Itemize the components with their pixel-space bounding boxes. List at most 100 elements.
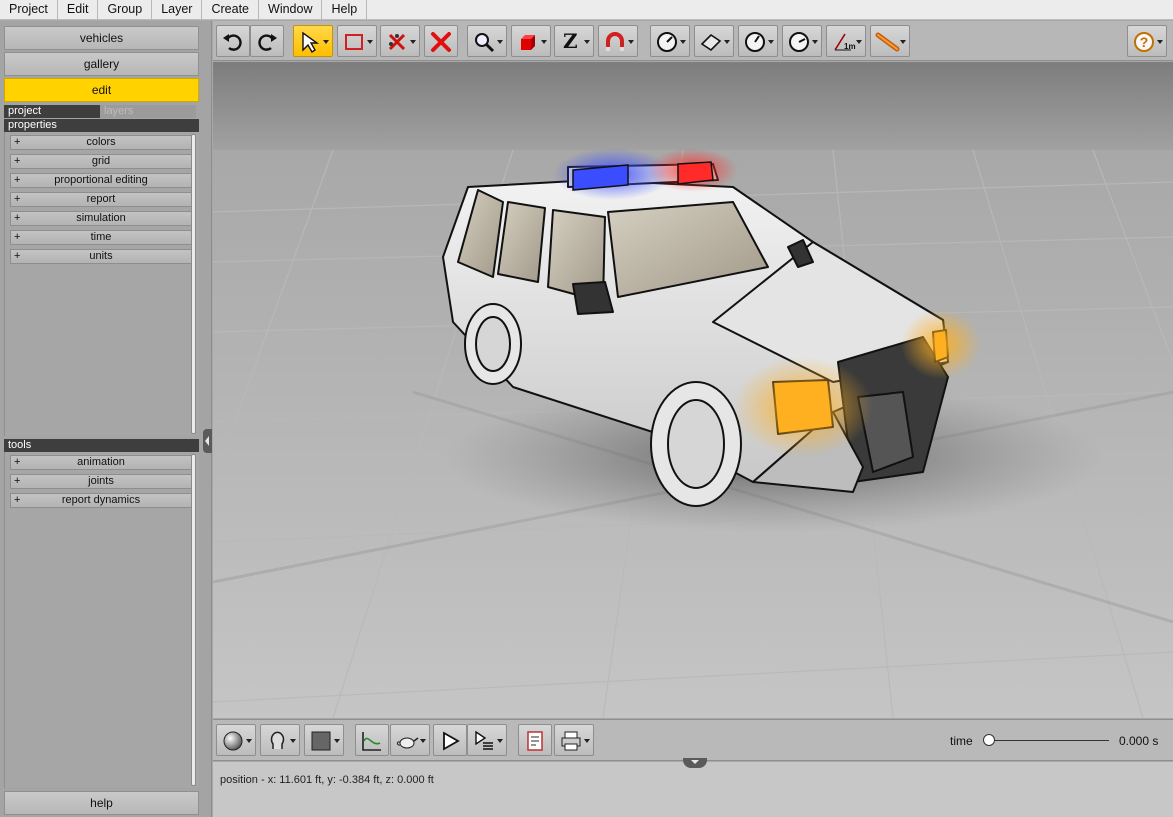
chevron-down-icon: [497, 739, 503, 743]
tool-joints[interactable]: + joints: [10, 474, 192, 489]
chevron-down-icon: [680, 40, 686, 44]
chevron-down-icon: [246, 739, 252, 743]
chevron-down-icon: [334, 739, 340, 743]
properties-scrollbar[interactable]: [191, 134, 196, 434]
property-simulation[interactable]: + simulation: [10, 211, 192, 226]
gallery-button[interactable]: gallery: [4, 52, 199, 76]
plane-button[interactable]: [694, 25, 734, 57]
expand-icon: +: [14, 250, 21, 262]
chevron-down-icon: [812, 40, 818, 44]
panel-collapse-handle[interactable]: [203, 429, 212, 453]
menu-group[interactable]: Group: [98, 0, 153, 20]
dial-button[interactable]: [782, 25, 822, 57]
wrench-tool-button[interactable]: [870, 25, 910, 57]
menu-help[interactable]: Help: [322, 0, 368, 20]
play-options-button[interactable]: [467, 724, 507, 756]
properties-list: + colors + grid + proportional editing + rep…: [4, 132, 199, 436]
scene-render: [213, 62, 1173, 718]
help-menu-button[interactable]: ?: [1127, 25, 1167, 57]
measure-label: 1m: [844, 42, 856, 51]
menu-window[interactable]: Window: [259, 0, 323, 20]
tools-header: tools: [4, 439, 199, 452]
property-units[interactable]: + units: [10, 249, 192, 264]
gauge-button[interactable]: [650, 25, 690, 57]
chevron-down-icon: [541, 40, 547, 44]
gauge-icon: [657, 32, 677, 52]
menu-layer[interactable]: Layer: [152, 0, 203, 20]
chevron-down-icon: [856, 40, 862, 44]
tab-layers[interactable]: layers: [100, 105, 196, 118]
zoom-button[interactable]: [467, 25, 507, 57]
svg-text:?: ?: [1140, 34, 1149, 50]
status-collapse-handle[interactable]: [683, 758, 707, 768]
measure-button[interactable]: 1m: [826, 25, 866, 57]
box-select-icon: [345, 34, 363, 50]
time-label: time: [950, 734, 973, 748]
property-grid[interactable]: + grid: [10, 154, 192, 169]
edit-button[interactable]: edit: [4, 78, 199, 102]
property-proportional-editing[interactable]: + proportional editing: [10, 173, 192, 188]
menu-edit[interactable]: Edit: [58, 0, 99, 20]
graph-button[interactable]: [355, 724, 389, 756]
chevron-down-icon: [628, 40, 634, 44]
chevron-down-icon: [724, 40, 730, 44]
chevron-down-icon: [584, 739, 590, 743]
vehicles-button[interactable]: vehicles: [4, 26, 199, 50]
shading-button[interactable]: [216, 724, 256, 756]
background-color-button[interactable]: [304, 724, 344, 756]
expand-icon: +: [14, 174, 21, 186]
magnet-icon: [606, 32, 624, 51]
tool-report-dynamics[interactable]: + report dynamics: [10, 493, 192, 508]
tool-animation[interactable]: + animation: [10, 455, 192, 470]
print-button[interactable]: [554, 724, 594, 756]
delete-button[interactable]: [424, 25, 458, 57]
rotate-gauge-button[interactable]: [738, 25, 778, 57]
time-value: 0.000 s: [1119, 734, 1159, 748]
property-time[interactable]: + time: [10, 230, 192, 245]
main-toolbar: Z 1m ?: [213, 21, 1173, 61]
teapot-button[interactable]: [390, 724, 430, 756]
time-slider-knob[interactable]: [983, 734, 995, 746]
time-slider-track[interactable]: [989, 740, 1109, 741]
render-mode-button[interactable]: [260, 724, 300, 756]
magnet-button[interactable]: [598, 25, 638, 57]
printer-icon: [561, 731, 581, 751]
menu-create[interactable]: Create: [202, 0, 260, 20]
delete-connections-icon: [388, 33, 406, 51]
tab-project[interactable]: project: [4, 105, 100, 118]
expand-icon: +: [14, 212, 21, 224]
chevron-down-icon: [420, 739, 426, 743]
teapot-icon: [396, 737, 419, 749]
z-axis-icon: Z: [563, 29, 578, 53]
chevron-down-icon: [323, 40, 329, 44]
select-arrow-icon: [302, 31, 320, 53]
box-select-button[interactable]: [337, 25, 377, 57]
report-button[interactable]: [518, 724, 552, 756]
chevron-down-icon: [290, 739, 296, 743]
expand-icon: +: [14, 193, 21, 205]
property-report[interactable]: + report: [10, 192, 192, 207]
panel-tabs: project layers: [4, 105, 199, 118]
select-tool-button[interactable]: [293, 25, 333, 57]
undo-button[interactable]: [216, 25, 250, 57]
menu-bar: Project Edit Group Layer Create Window H…: [0, 0, 1173, 20]
property-colors[interactable]: + colors: [10, 135, 192, 150]
wrench-tool-icon: [875, 32, 900, 52]
undo-icon: [223, 34, 242, 51]
z-axis-button[interactable]: Z: [554, 25, 594, 57]
help-button[interactable]: help: [4, 791, 199, 815]
dial-icon: [789, 32, 809, 52]
chevron-down-icon: [497, 40, 503, 44]
menu-project[interactable]: Project: [0, 0, 58, 20]
play-button[interactable]: [433, 724, 467, 756]
left-panel: vehicles gallery edit project layers pro…: [0, 21, 212, 817]
color-swatch-icon: [311, 731, 331, 751]
tools-scrollbar[interactable]: [191, 454, 196, 786]
redo-button[interactable]: [250, 25, 284, 57]
3d-viewport[interactable]: [213, 62, 1173, 718]
solid-object-button[interactable]: [511, 25, 551, 57]
delete-connections-button[interactable]: [380, 25, 420, 57]
expand-icon: +: [14, 456, 21, 468]
status-bar: position - x: 11.601 ft, y: -0.384 ft, z…: [213, 758, 1173, 817]
tools-list: + animation + joints + report dynamics: [4, 452, 199, 788]
